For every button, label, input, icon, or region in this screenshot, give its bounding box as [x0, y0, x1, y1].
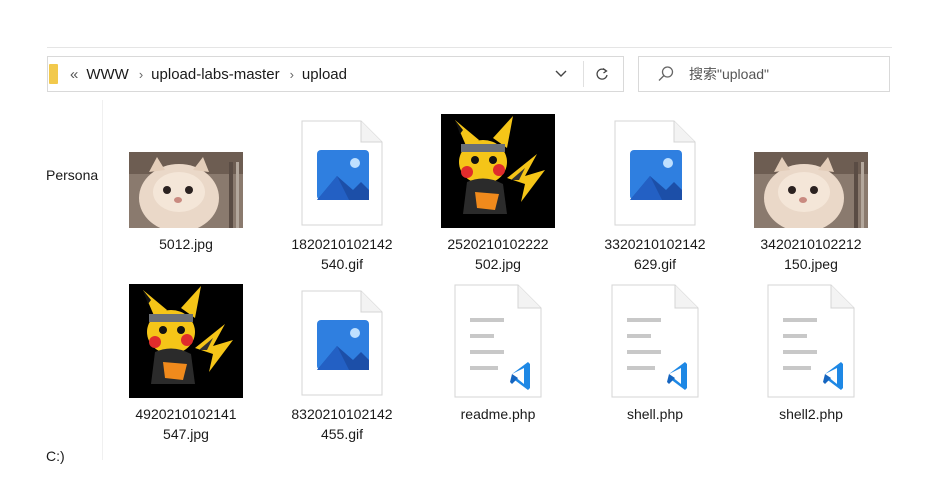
file-name: 1820210102142 540.gif	[291, 236, 393, 272]
breadcrumb-upload[interactable]: upload	[302, 66, 347, 83]
search-icon	[658, 66, 674, 81]
vscode-file-icon	[767, 284, 855, 398]
file-name: shell.php	[626, 406, 684, 422]
vscode-file-icon	[611, 284, 699, 398]
file-name: 3420210102212 150.jpeg	[760, 236, 862, 272]
cat-photo-thumbnail	[129, 152, 243, 228]
vscode-file-icon	[454, 284, 542, 398]
image-file-icon	[301, 290, 383, 396]
file-item-3320210102142629-gif[interactable]: 3320210102142 629.gif	[585, 114, 725, 284]
file-name: 5012.jpg	[159, 236, 213, 252]
file-item-8320210102142455-gif[interactable]: 8320210102142 455.gif	[272, 284, 412, 454]
breadcrumb-www[interactable]: WWW	[86, 66, 128, 83]
image-file-icon	[301, 120, 383, 226]
breadcrumb-separator-icon[interactable]: ›	[139, 67, 143, 82]
file-name: 2520210102222 502.jpg	[447, 236, 549, 272]
file-item-shell2-php[interactable]: shell2.php	[741, 284, 881, 454]
top-divider	[47, 47, 892, 48]
file-name: shell2.php	[779, 406, 843, 422]
chevron-down-icon	[555, 70, 567, 77]
file-name: 3320210102142 629.gif	[604, 236, 706, 272]
file-item-shell-php[interactable]: shell.php	[585, 284, 725, 454]
pikachu-image-thumbnail	[129, 284, 243, 398]
breadcrumb-separator-icon[interactable]: ›	[290, 67, 294, 82]
refresh-button[interactable]	[589, 57, 615, 91]
folder-icon	[49, 64, 58, 84]
file-name: readme.php	[460, 406, 536, 422]
file-name: 8320210102142 455.gif	[291, 406, 393, 442]
file-item-readme-php[interactable]: readme.php	[428, 284, 568, 454]
image-file-icon	[614, 120, 696, 226]
breadcrumb-upload-labs-master[interactable]: upload-labs-master	[151, 66, 279, 83]
refresh-icon	[596, 67, 608, 80]
file-item-5012-jpg[interactable]: 5012.jpg	[116, 114, 256, 284]
nav-item-drive-c[interactable]: C:)	[46, 448, 65, 464]
file-item-2520210102222502-jpg[interactable]: 2520210102222 502.jpg	[428, 114, 568, 284]
search-box[interactable]: 搜索"upload"	[638, 56, 890, 92]
cat-photo-thumbnail	[754, 152, 868, 228]
address-divider	[583, 61, 584, 87]
search-input[interactable]: 搜索"upload"	[689, 64, 769, 84]
file-item-4920210102141547-jpg[interactable]: 4920210102141 547.jpg	[116, 284, 256, 454]
sidebar-divider	[102, 100, 103, 460]
file-name: 4920210102141 547.jpg	[135, 406, 237, 442]
nav-item-personal[interactable]: Persona	[46, 167, 104, 183]
file-item-3420210102212150-jpeg[interactable]: 3420210102212 150.jpeg	[741, 114, 881, 284]
pikachu-image-thumbnail	[441, 114, 555, 228]
address-dropdown-button[interactable]	[549, 57, 573, 91]
file-item-1820210102142540-gif[interactable]: 1820210102142 540.gif	[272, 114, 412, 284]
address-bar[interactable]: « WWW › upload-labs-master › upload	[47, 56, 624, 92]
overflow-chevron-icon[interactable]: «	[70, 66, 78, 83]
